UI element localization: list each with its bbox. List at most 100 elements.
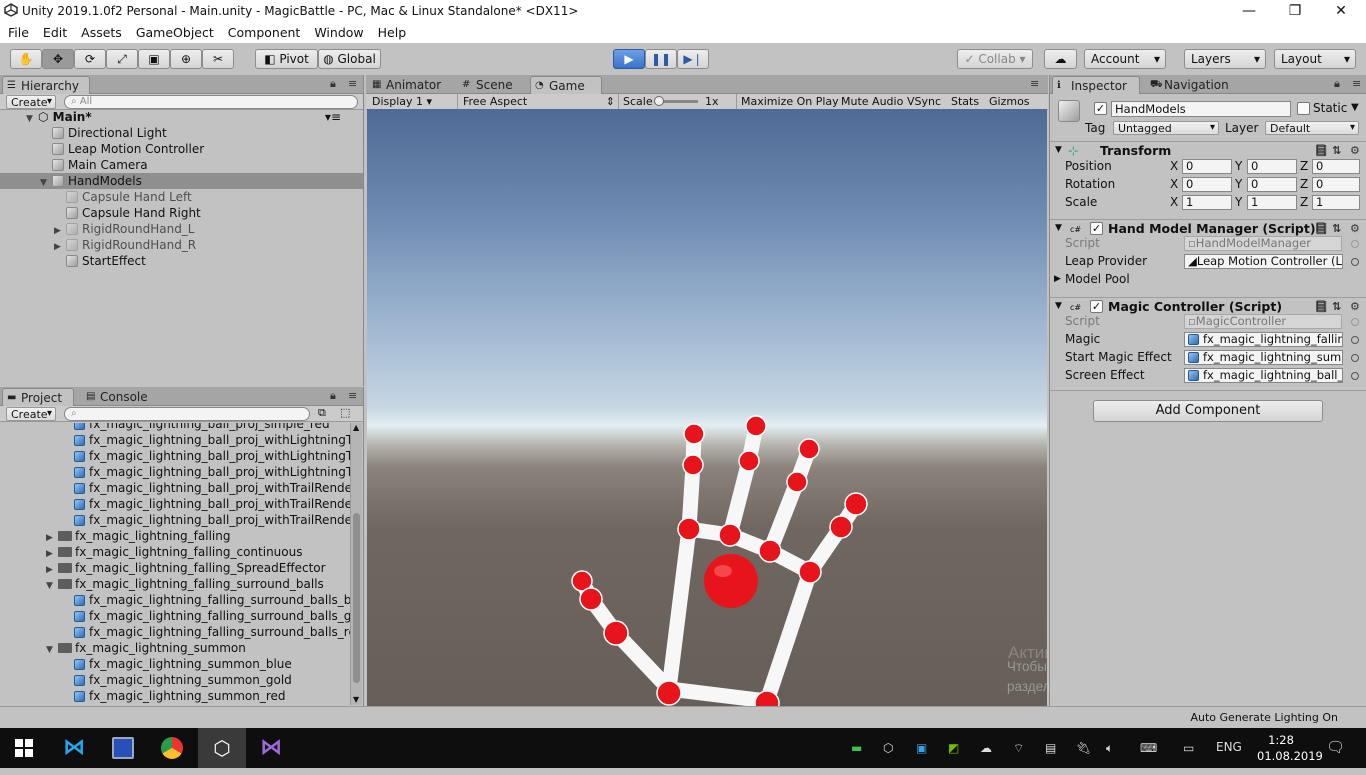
static-dropdown-arrow-icon[interactable]: ▼ bbox=[1351, 99, 1359, 116]
help-icon[interactable]: 📘︎ bbox=[1314, 142, 1328, 159]
project-asset[interactable]: fx_magic_lightning_ball_proj_withTrailRe… bbox=[0, 512, 350, 528]
vsync-toggle[interactable]: VSync bbox=[907, 95, 941, 108]
axis-z-label[interactable]: Z bbox=[1300, 194, 1308, 211]
lighting-status[interactable]: Auto Generate Lighting On bbox=[1191, 711, 1339, 724]
scale-tool-icon[interactable]: ⤢ bbox=[106, 49, 138, 69]
leap-provider-field[interactable]: ◢Leap Motion Controller (L bbox=[1184, 254, 1343, 269]
keyboard-icon[interactable]: ⌨ bbox=[1140, 741, 1157, 755]
transform-tool-icon[interactable]: ⊕ bbox=[170, 49, 202, 69]
tab-hierarchy[interactable]: ☰ Hierarchy bbox=[2, 76, 90, 94]
foldout-arrow-icon[interactable]: ▶ bbox=[1054, 271, 1061, 288]
axis-y-label[interactable]: Y bbox=[1235, 176, 1242, 193]
hierarchy-item[interactable]: ▶ RigidRoundHand_L bbox=[0, 221, 363, 237]
touch-keyboard-icon[interactable]: ▭ bbox=[1183, 741, 1194, 755]
stats-toggle[interactable]: Stats bbox=[951, 95, 979, 108]
project-asset[interactable]: fx_magic_lightning_ball_proj_withLightni… bbox=[0, 448, 350, 464]
preset-icon[interactable]: ⇅ bbox=[1332, 220, 1341, 237]
foldout-arrow-icon[interactable]: ▼ bbox=[46, 642, 58, 656]
project-asset[interactable]: fx_magic_lightning_summon_blue bbox=[0, 656, 350, 672]
help-icon[interactable]: 📘︎ bbox=[1314, 298, 1328, 315]
foldout-arrow-icon[interactable]: ▶ bbox=[54, 239, 66, 253]
axis-y-label[interactable]: Y bbox=[1235, 194, 1242, 211]
collapse-arrow-icon[interactable]: ▼ bbox=[26, 111, 38, 125]
gear-icon[interactable]: ⚙ bbox=[1350, 220, 1360, 237]
clock[interactable]: 1:28 01.08.2019 bbox=[1257, 732, 1323, 764]
project-folder[interactable]: ▶ fx_magic_lightning_falling_SpreadEffect… bbox=[0, 560, 350, 576]
start-button[interactable] bbox=[0, 728, 48, 768]
project-folder[interactable]: ▼ fx_magic_lightning_summon bbox=[0, 640, 350, 656]
language-indicator[interactable]: ENG bbox=[1216, 740, 1242, 754]
foldout-arrow-icon[interactable]: ▶ bbox=[46, 530, 58, 544]
hierarchy-create-dropdown[interactable]: Create bbox=[6, 95, 56, 109]
tab-animator[interactable]: ▦ Animator bbox=[368, 76, 448, 94]
project-folder[interactable]: ▼ fx_magic_lightning_falling_surround_bal… bbox=[0, 576, 350, 592]
hierarchy-item[interactable]: Capsule Hand Left bbox=[0, 189, 363, 205]
model-pool-label[interactable]: Model Pool bbox=[1065, 271, 1130, 288]
pivot-toggle[interactable]: ◧ Pivot bbox=[255, 49, 318, 69]
object-picker-icon[interactable] bbox=[1351, 336, 1359, 344]
project-asset[interactable]: fx_magic_lightning_falling_surround_ball… bbox=[0, 608, 350, 624]
transform-y-field[interactable]: 0 bbox=[1247, 177, 1297, 192]
transform-y-field[interactable]: 1 bbox=[1247, 195, 1297, 210]
lock-icon[interactable]: 🔒︎ bbox=[1334, 77, 1340, 91]
maximize-button[interactable]: ❐ bbox=[1272, 0, 1318, 23]
chrome-taskbar-button[interactable] bbox=[148, 728, 196, 768]
foldout-arrow-icon[interactable]: ▶ bbox=[54, 223, 66, 237]
menu-help[interactable]: Help bbox=[371, 23, 414, 40]
scroll-down-icon[interactable]: ▼ bbox=[353, 695, 359, 704]
play-button[interactable]: ▶ bbox=[613, 49, 645, 69]
collab-dropdown[interactable]: ✓ Collab ▾ bbox=[957, 49, 1033, 69]
tab-project[interactable]: ▬ Project bbox=[2, 388, 74, 406]
tab-game[interactable]: ◔ Game bbox=[530, 76, 602, 94]
object-picker-icon[interactable] bbox=[1351, 258, 1359, 266]
lock-icon[interactable]: 🔒︎ bbox=[330, 389, 336, 403]
save-app-taskbar-button[interactable] bbox=[99, 728, 147, 768]
global-toggle[interactable]: ◍ Global bbox=[318, 49, 381, 69]
rect-tool-icon[interactable]: ▣ bbox=[138, 49, 170, 69]
project-search-input[interactable]: ⌕ bbox=[64, 407, 310, 421]
transform-header[interactable]: ▼ ⊹ Transform 📘︎ ⇅ ⚙ bbox=[1050, 141, 1366, 159]
menu-edit[interactable]: Edit bbox=[36, 23, 74, 40]
hierarchy-search-input[interactable]: ⌕ All bbox=[64, 95, 358, 109]
transform-z-field[interactable]: 0 bbox=[1312, 159, 1360, 174]
notifications-icon[interactable]: 🗨︎ bbox=[1326, 738, 1345, 756]
panel-menu-icon[interactable]: ≡ bbox=[348, 389, 357, 402]
power-icon[interactable]: 🔌︎ bbox=[1076, 741, 1091, 755]
hierarchy-item[interactable]: Main Camera bbox=[0, 157, 363, 173]
tab-inspector[interactable]: ℹ Inspector bbox=[1052, 76, 1140, 94]
axis-z-label[interactable]: Z bbox=[1300, 176, 1308, 193]
layer-dropdown[interactable]: Default bbox=[1265, 121, 1359, 135]
tag-dropdown[interactable]: Untagged bbox=[1113, 121, 1219, 135]
project-asset[interactable]: fx_magic_lightning_ball_proj_withTrailRe… bbox=[0, 480, 350, 496]
display-dropdown[interactable]: Display 1 ▾ bbox=[372, 95, 456, 108]
foldout-arrow-icon[interactable]: ▼ bbox=[40, 175, 52, 189]
screen-effect-field[interactable]: fx_magic_lightning_ball_ bbox=[1184, 368, 1343, 383]
hierarchy-item[interactable]: ▶ RigidRoundHand_R bbox=[0, 237, 363, 253]
project-create-dropdown[interactable]: Create bbox=[6, 407, 56, 421]
pause-button[interactable]: ❚❚ bbox=[645, 49, 677, 69]
foldout-arrow-icon[interactable]: ▼ bbox=[1055, 142, 1062, 159]
hierarchy-item[interactable]: StartEffect bbox=[0, 253, 363, 269]
hand-tool-icon[interactable]: ✋ bbox=[10, 49, 42, 69]
tab-scene[interactable]: # Scene bbox=[458, 76, 524, 94]
filter-type-icon[interactable]: ⧉ bbox=[318, 406, 326, 420]
move-tool-icon[interactable]: ✥ bbox=[42, 49, 74, 69]
gear-icon[interactable]: ⚙ bbox=[1350, 142, 1360, 159]
cloud-button[interactable]: ☁ bbox=[1044, 49, 1077, 69]
volume-icon[interactable]: 🔈︎ bbox=[1106, 741, 1113, 756]
gear-icon[interactable]: ⚙ bbox=[1350, 298, 1360, 315]
panel-menu-icon[interactable]: ≡ bbox=[1030, 77, 1039, 90]
close-button[interactable]: ✕ bbox=[1318, 0, 1364, 23]
transform-x-field[interactable]: 0 bbox=[1182, 177, 1232, 192]
foldout-arrow-icon[interactable]: ▼ bbox=[46, 578, 58, 592]
project-asset[interactable]: fx_magic_lightning_ball_proj_withLightni… bbox=[0, 432, 350, 448]
hierarchy-item[interactable]: ▼ HandModels bbox=[0, 173, 363, 189]
maximize-on-play-toggle[interactable]: Maximize On Play bbox=[741, 95, 839, 108]
project-folder[interactable]: ▶ fx_magic_lightning_falling_continuous bbox=[0, 544, 350, 560]
magic-field[interactable]: fx_magic_lightning_fallin bbox=[1184, 332, 1343, 347]
rotate-tool-icon[interactable]: ⟳ bbox=[74, 49, 106, 69]
hierarchy-item[interactable]: Capsule Hand Right bbox=[0, 205, 363, 221]
foldout-arrow-icon[interactable]: ▼ bbox=[1055, 220, 1062, 237]
transform-y-field[interactable]: 0 bbox=[1247, 159, 1297, 174]
menu-assets[interactable]: Assets bbox=[74, 23, 129, 40]
